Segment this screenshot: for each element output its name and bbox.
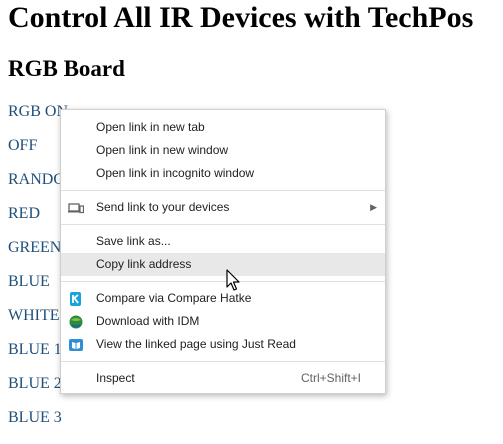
list-item: GREEN xyxy=(8,236,68,270)
link-blue-3[interactable]: BLUE 3 xyxy=(8,409,62,426)
list-item: RED xyxy=(8,202,68,236)
list-item: BLUE 3 xyxy=(8,406,68,440)
idm-icon xyxy=(68,314,84,330)
just-read-icon xyxy=(68,337,84,353)
menu-item-label: Compare via Compare Hatke xyxy=(96,291,252,305)
devices-icon xyxy=(68,200,85,216)
context-menu: Open link in new tab Open link in new wi… xyxy=(60,109,386,394)
link-blue-1[interactable]: BLUE 1 xyxy=(8,341,62,358)
menu-open-new-window[interactable]: Open link in new window xyxy=(61,139,385,162)
menu-save-link-as[interactable]: Save link as... xyxy=(61,230,385,253)
link-red[interactable]: RED xyxy=(8,205,40,222)
link-blue[interactable]: BLUE xyxy=(8,273,50,290)
menu-send-to-devices[interactable]: Send link to your devices ▶ xyxy=(61,196,385,219)
menu-open-incognito[interactable]: Open link in incognito window xyxy=(61,162,385,185)
link-random[interactable]: RANDO xyxy=(8,171,65,188)
submenu-arrow-icon: ▶ xyxy=(370,202,377,212)
list-item: BLUE 2 xyxy=(8,372,68,406)
menu-open-new-tab[interactable]: Open link in new tab xyxy=(61,116,385,139)
rgb-link-list: RGB ON OFF RANDO RED GREEN BLUE WHITE BL… xyxy=(8,100,68,440)
link-rgb-on[interactable]: RGB ON xyxy=(8,103,68,120)
menu-separator xyxy=(61,281,385,282)
menu-item-label: Open link in new window xyxy=(96,143,229,157)
menu-item-label: Copy link address xyxy=(96,257,192,271)
menu-separator xyxy=(61,361,385,362)
compare-hatke-icon xyxy=(68,291,84,307)
menu-separator xyxy=(61,224,385,225)
menu-compare-hatke[interactable]: Compare via Compare Hatke xyxy=(61,287,385,310)
menu-copy-link-address[interactable]: Copy link address xyxy=(61,253,385,276)
menu-item-label: Send link to your devices xyxy=(96,200,230,214)
mouse-cursor-icon xyxy=(226,269,242,293)
list-item: WHITE xyxy=(8,304,68,338)
list-item: BLUE 1 xyxy=(8,338,68,372)
menu-separator xyxy=(61,190,385,191)
list-item: OFF xyxy=(8,134,68,168)
page-title: Control All IR Devices with TechPos xyxy=(8,1,474,34)
menu-item-label: Inspect xyxy=(96,371,135,385)
section-title: RGB Board xyxy=(8,56,125,81)
list-item: RANDO xyxy=(8,168,68,202)
menu-item-label: View the linked page using Just Read xyxy=(96,337,296,351)
list-item: RGB ON xyxy=(8,100,68,134)
menu-inspect[interactable]: Inspect Ctrl+Shift+I xyxy=(61,367,385,390)
link-green[interactable]: GREEN xyxy=(8,239,61,256)
menu-item-shortcut: Ctrl+Shift+I xyxy=(300,371,361,385)
link-off[interactable]: OFF xyxy=(8,137,37,154)
menu-item-label: Download with IDM xyxy=(96,314,200,328)
link-blue-2[interactable]: BLUE 2 xyxy=(8,375,62,392)
menu-item-label: Open link in new tab xyxy=(96,120,205,134)
menu-download-idm[interactable]: Download with IDM xyxy=(61,310,385,333)
menu-just-read[interactable]: View the linked page using Just Read xyxy=(61,333,385,356)
list-item: BLUE xyxy=(8,270,68,304)
menu-item-label: Open link in incognito window xyxy=(96,166,255,180)
link-white[interactable]: WHITE xyxy=(8,307,60,324)
menu-item-label: Save link as... xyxy=(96,234,171,248)
